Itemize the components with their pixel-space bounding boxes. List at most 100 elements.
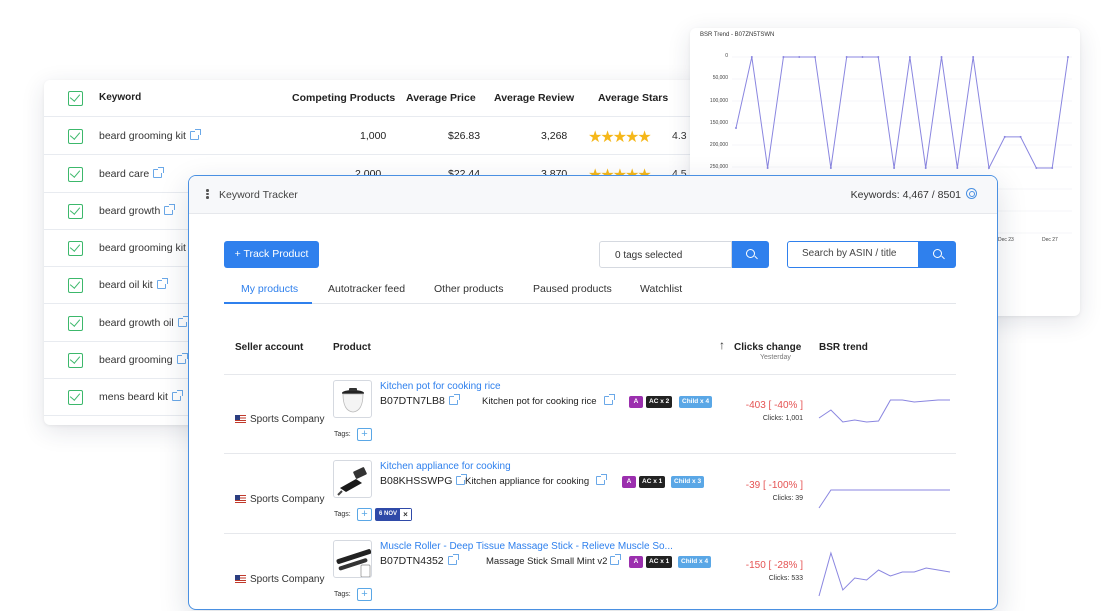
ac-badge: AC x 1 [646, 556, 673, 568]
product-title-link[interactable]: Kitchen appliance for cooking [380, 461, 511, 472]
a-badge: A [629, 396, 643, 408]
bsr-data-point [987, 167, 990, 169]
external-link-icon[interactable] [171, 390, 183, 401]
tab-other-products[interactable]: Other products [434, 283, 503, 295]
select-all-checkbox[interactable] [68, 91, 83, 106]
row-checkbox[interactable] [68, 353, 83, 368]
keyword-cell: beard grooming kit [99, 129, 201, 142]
external-link-icon[interactable] [456, 474, 468, 485]
keyword-table-header: Keyword Competing Products Average Price… [44, 80, 704, 117]
tags-label: Tags: [334, 511, 351, 518]
clicks-col-header[interactable]: Clicks change [734, 342, 801, 353]
clicks-change-value: -403 [ -40% ] [745, 400, 803, 411]
tab-paused-products[interactable]: Paused products [533, 283, 612, 295]
tab-my-products[interactable]: My products [241, 283, 298, 295]
track-product-button[interactable]: + Track Product [224, 241, 319, 268]
tab-watchlist[interactable]: Watchlist [640, 283, 682, 295]
product-thumbnail[interactable] [333, 380, 372, 418]
bsr-data-point [814, 56, 817, 58]
external-link-icon[interactable] [164, 204, 176, 215]
row-checkbox[interactable] [68, 390, 83, 405]
keyword-cell: beard growth [99, 204, 176, 217]
clicks-change-value: -150 [ -28% ] [745, 560, 803, 571]
bsr-data-point [1035, 167, 1038, 169]
bsr-data-point [877, 56, 880, 58]
keyword-tracker-panel: Keyword Tracker Keywords: 4,467 / 8501 +… [188, 175, 998, 610]
avg-price-col-header[interactable]: Average Price [406, 92, 476, 104]
external-link-icon[interactable] [596, 474, 608, 485]
table-row[interactable]: Sports Company Muscle Roller - Deep Tiss… [224, 534, 956, 609]
bsr-data-point [940, 56, 943, 58]
add-tag-button[interactable]: + [357, 428, 372, 441]
tab-autotracker-feed[interactable]: Autotracker feed [328, 283, 405, 295]
tracker-title: Keyword Tracker [219, 189, 298, 201]
row-checkbox[interactable] [68, 129, 83, 144]
external-link-icon[interactable] [610, 554, 622, 565]
external-link-icon[interactable] [603, 394, 615, 405]
clicks-col-subheader: Yesterday [760, 354, 791, 361]
add-tag-button[interactable]: + [357, 588, 372, 601]
product-thumbnail[interactable] [333, 460, 372, 498]
avg-stars-col-header[interactable]: Average Stars [598, 92, 668, 104]
price-cell: $26.83 [448, 130, 481, 142]
bsr-data-point [1067, 56, 1069, 58]
tracker-header: Keyword Tracker Keywords: 4,467 / 8501 [189, 176, 997, 214]
clicks-total: Clicks: 1,001 [762, 415, 803, 422]
product-title-link[interactable]: Muscle Roller - Deep Tissue Massage Stic… [380, 541, 673, 552]
settings-gear-icon[interactable] [966, 188, 977, 199]
asin-search-input[interactable] [802, 248, 912, 259]
bsr-data-point [1019, 135, 1022, 138]
external-link-icon[interactable] [448, 394, 460, 405]
external-link-icon[interactable] [153, 167, 165, 178]
table-row[interactable]: beard grooming kit 1,000 $26.83 3,268 ★★… [44, 118, 704, 155]
a-badge: A [622, 476, 636, 488]
bsr-data-point [766, 167, 769, 169]
row-checkbox[interactable] [68, 167, 83, 182]
tags-search-button[interactable] [732, 241, 769, 268]
product-thumbnail[interactable] [333, 540, 372, 578]
product-title-link[interactable]: Kitchen pot for cooking rice [380, 381, 501, 392]
remove-tag-icon[interactable]: × [400, 509, 412, 520]
avg-review-col-header[interactable]: Average Review [494, 92, 574, 104]
bsr-data-point [845, 56, 848, 58]
product-tabs: My products Autotracker feed Other produ… [224, 276, 956, 304]
stars-cell: 4.3 [672, 130, 687, 142]
asin-search-button[interactable] [919, 241, 956, 268]
external-link-icon[interactable] [189, 129, 201, 140]
row-checkbox[interactable] [68, 241, 83, 256]
external-link-icon[interactable] [447, 554, 459, 565]
add-tag-button[interactable]: + [357, 508, 372, 521]
keyword-cell: beard grooming kit fo [99, 242, 198, 254]
drag-handle-icon[interactable] [206, 189, 209, 199]
external-link-icon[interactable] [176, 353, 188, 364]
bsr-col-header: BSR trend [819, 342, 868, 353]
competing-col-header[interactable]: Competing Products [292, 92, 395, 104]
tags-filter-input[interactable]: 0 tags selected [599, 241, 732, 268]
sparkline-path [818, 489, 950, 509]
bsr-data-point [924, 167, 927, 169]
clicks-change-value: -39 [ -100% ] [745, 480, 803, 491]
sparkline-path [818, 551, 951, 597]
competing-cell: 1,000 [360, 130, 387, 142]
bsr-data-point [782, 56, 785, 58]
child-badge: Child x 3 [671, 476, 705, 488]
clicks-total: Clicks: 39 [772, 495, 803, 502]
sort-up-arrow-icon[interactable]: ↑ [719, 338, 725, 352]
row-checkbox[interactable] [68, 204, 83, 219]
asin-search-field[interactable] [787, 241, 919, 268]
table-row[interactable]: Sports Company Kitchen pot for cooking r… [224, 374, 956, 454]
row-checkbox[interactable] [68, 278, 83, 293]
bsr-sparkline [818, 399, 950, 423]
keyword-col-header[interactable]: Keyword [99, 92, 141, 103]
sparkline-path [818, 399, 950, 423]
external-link-icon[interactable] [156, 278, 168, 289]
table-row[interactable]: Sports Company Kitchen appliance for coo… [224, 454, 956, 534]
row-checkbox[interactable] [68, 316, 83, 331]
tag-chip[interactable]: 6 NOV × [375, 508, 413, 521]
ac-badge: AC x 1 [639, 476, 666, 488]
seller-col-header: Seller account [235, 342, 304, 353]
external-link-icon[interactable] [177, 316, 189, 327]
product-short-name: Massage Stick Small Mint v2 [486, 554, 622, 567]
keywords-count: Keywords: 4,467 / 8501 [850, 189, 961, 201]
bsr-data-point [956, 167, 959, 169]
